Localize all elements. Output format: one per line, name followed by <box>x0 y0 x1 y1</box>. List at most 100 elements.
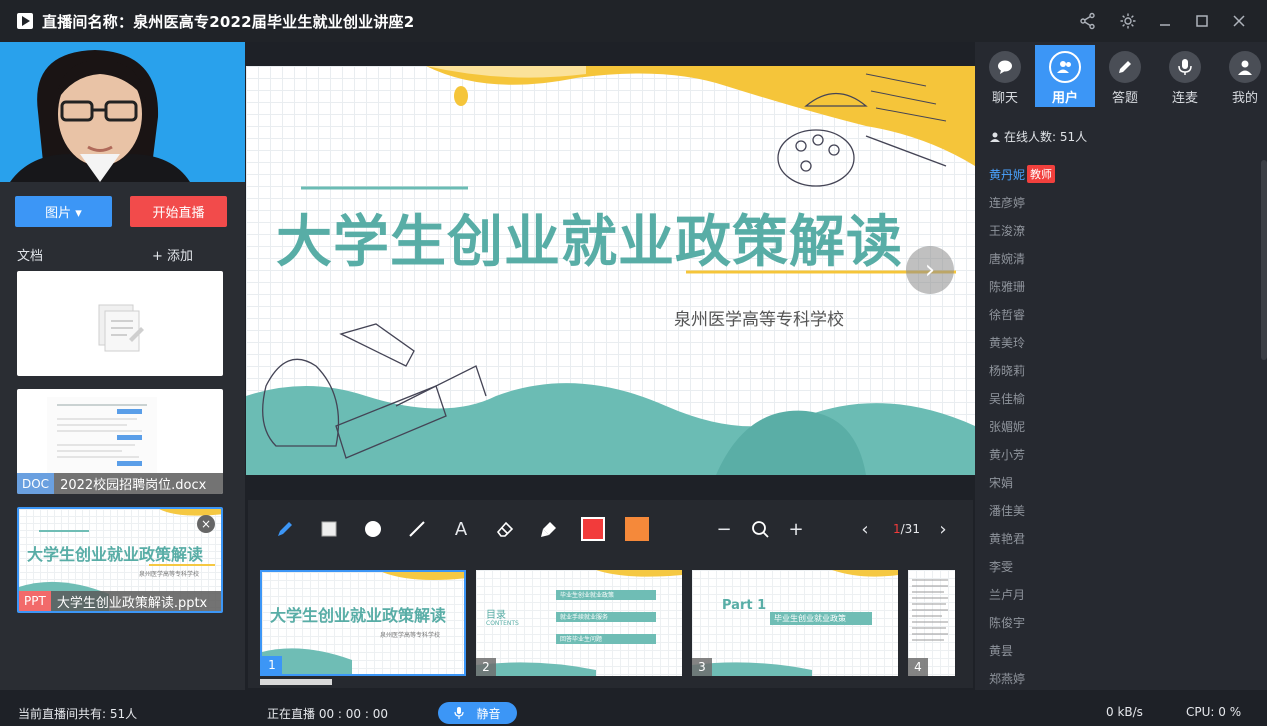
tab-mic[interactable]: 连麦 <box>1155 45 1215 107</box>
thumb-subtitle: 毕业生创业就业政策 <box>770 612 872 625</box>
whiteboard-toolbar: A − + ‹ 1/31 › <box>248 500 973 558</box>
line-tool-icon[interactable] <box>402 514 432 544</box>
status-bar: 当前直播间共有: 51人 正在直播 00 : 00 : 00 静音 0 kB/s… <box>0 700 1267 726</box>
user-row[interactable]: 徐哲睿 <box>975 300 1255 328</box>
user-row[interactable]: 兰卢月 <box>975 580 1255 608</box>
person-small-icon <box>990 132 1000 142</box>
user-list: 黄丹妮 教师 连彦婷 王浚潦 唐婉清 陈雅珊 徐哲睿 黄美玲 杨晓莉 吴佳榆 张… <box>975 160 1255 692</box>
app-logo-icon <box>17 13 33 29</box>
slide-thumbnail[interactable]: 目录 CONTENTS 毕业生创业就业政策 就业手续就业服务 回答毕业生问题 2 <box>476 570 682 676</box>
remove-document-icon[interactable]: × <box>197 515 215 533</box>
thumb-title: 大学生创业就业政策解读 <box>270 606 447 625</box>
camera-preview <box>0 42 245 182</box>
thumbnail-scrollbar[interactable] <box>260 679 332 685</box>
pptx-preview-title: 大学生创业就业政策解读 <box>27 545 204 564</box>
document-name: 大学生创业政策解读.pptx <box>56 595 208 611</box>
next-slide-button[interactable]: › <box>906 246 954 294</box>
teacher-badge: 教师 <box>1027 165 1056 183</box>
document-footer: PPT 大学生创业政策解读.pptx <box>19 591 221 611</box>
prev-page-icon[interactable]: ‹ <box>850 514 880 544</box>
mute-button[interactable]: 静音 <box>438 702 517 724</box>
doc-type-badge: DOC <box>17 473 55 494</box>
thumb-item: 毕业生创业就业政策 <box>556 590 656 600</box>
user-row[interactable]: 唐婉清 <box>975 244 1255 272</box>
tab-me[interactable]: 我的 <box>1215 45 1267 107</box>
document-card-pptx[interactable]: 大学生创业就业政策解读 泉州医学高等专科学校 × PPT 大学生创业政策解读.p… <box>17 507 223 613</box>
thumb-number: 4 <box>908 658 928 676</box>
page-indicator: 1/31 <box>893 522 920 536</box>
pen-icon <box>1109 51 1141 83</box>
maximize-icon[interactable] <box>1187 6 1217 36</box>
presentation-slide: 大学生创业就业政策解读 泉州医学高等专科学校 › <box>246 66 975 475</box>
color-swatch-red[interactable] <box>578 514 608 544</box>
tab-label: 聊天 <box>991 91 1018 106</box>
room-count: 当前直播间共有: 51人 <box>18 707 138 721</box>
user-row[interactable]: 黄小芳 <box>975 440 1255 468</box>
tab-label: 用户 <box>1051 91 1078 106</box>
slide-school-name: 泉州医学高等专科学校 <box>674 310 844 330</box>
live-timer: 正在直播 00 : 00 : 00 <box>267 707 388 721</box>
user-row[interactable]: 黄美玲 <box>975 328 1255 356</box>
user-row[interactable]: 张媚妮 <box>975 412 1255 440</box>
zoom-out-icon[interactable]: − <box>709 514 739 544</box>
add-document-button[interactable]: + 添加 <box>152 245 193 264</box>
close-icon[interactable] <box>1224 6 1254 36</box>
document-card-docx[interactable]: DOC 2022校园招聘岗位.docx <box>17 389 223 494</box>
tab-label: 连麦 <box>1171 91 1198 106</box>
color-swatch-orange[interactable] <box>622 514 652 544</box>
zoom-in-icon[interactable]: + <box>781 514 811 544</box>
next-page-icon[interactable]: › <box>928 514 958 544</box>
user-list-scrollbar[interactable] <box>1261 160 1267 360</box>
eraser-tool-icon[interactable] <box>490 514 520 544</box>
user-row[interactable]: 黄艳君 <box>975 524 1255 552</box>
pen-tool-icon[interactable] <box>270 514 300 544</box>
thumb-title: Part 1 <box>722 598 767 613</box>
mute-label: 静音 <box>476 706 501 721</box>
tab-users[interactable]: 用户 <box>1035 45 1095 107</box>
tab-quiz[interactable]: 答题 <box>1095 45 1155 107</box>
start-live-button[interactable]: 开始直播 <box>130 196 227 227</box>
user-row[interactable]: 郑燕婷 <box>975 664 1255 692</box>
text-tool-icon[interactable]: A <box>446 514 476 544</box>
thumb-number: 3 <box>692 658 712 676</box>
user-row[interactable]: 陈俊宇 <box>975 608 1255 636</box>
minimize-icon[interactable] <box>1150 6 1180 36</box>
online-count: 在线人数: 51人 <box>990 128 1087 145</box>
user-row[interactable]: 连彦婷 <box>975 188 1255 216</box>
clear-brush-icon[interactable] <box>534 514 564 544</box>
network-rate: 0 kB/s <box>1106 705 1143 719</box>
user-row[interactable]: 宋娟 <box>975 468 1255 496</box>
tab-chat[interactable]: 聊天 <box>975 45 1035 107</box>
user-row[interactable]: 李雯 <box>975 552 1255 580</box>
user-row[interactable]: 王浚潦 <box>975 216 1255 244</box>
page-total: /31 <box>900 522 920 536</box>
slide-title: 大学生创业就业政策解读 <box>276 210 903 275</box>
tab-label: 答题 <box>1111 91 1138 106</box>
user-row[interactable]: 吴佳榆 <box>975 384 1255 412</box>
user-row-teacher[interactable]: 黄丹妮 教师 <box>975 160 1255 188</box>
share-icon[interactable] <box>1073 6 1103 36</box>
right-panel: 聊天 用户 答题 连麦 我的 在线人数: 51人 黄丹妮 教师 连彦婷 王浚潦 … <box>975 42 1267 690</box>
circle-tool-icon[interactable] <box>358 514 388 544</box>
settings-gear-icon[interactable] <box>1113 6 1143 36</box>
picture-dropdown-button[interactable]: 图片 ▾ <box>15 196 112 227</box>
slide-thumbnail[interactable]: Part 1 毕业生创业就业政策 3 <box>692 570 898 676</box>
chat-icon <box>989 51 1021 83</box>
thumb-subtitle: 泉州医学高等专科学校 <box>380 632 441 639</box>
pptx-preview-school: 泉州医学高等专科学校 <box>139 571 200 578</box>
mic-small-icon <box>454 707 465 719</box>
user-row[interactable]: 潘佳美 <box>975 496 1255 524</box>
user-row[interactable]: 黄昙 <box>975 636 1255 664</box>
document-placeholder-icon <box>98 304 144 352</box>
rectangle-tool-icon[interactable] <box>314 514 344 544</box>
tab-label: 我的 <box>1231 91 1258 106</box>
doc-type-badge: PPT <box>19 591 51 611</box>
user-row[interactable]: 陈雅珊 <box>975 272 1255 300</box>
document-card-placeholder[interactable] <box>17 271 223 376</box>
zoom-search-icon[interactable] <box>745 514 775 544</box>
document-name: 2022校园招聘岗位.docx <box>60 478 207 493</box>
slide-thumbnail[interactable]: 大学生创业就业政策解读 泉州医学高等专科学校 1 <box>260 570 466 676</box>
slide-thumbnail[interactable]: 4 <box>908 570 955 676</box>
user-row[interactable]: 杨晓莉 <box>975 356 1255 384</box>
thumb-number: 2 <box>476 658 496 676</box>
